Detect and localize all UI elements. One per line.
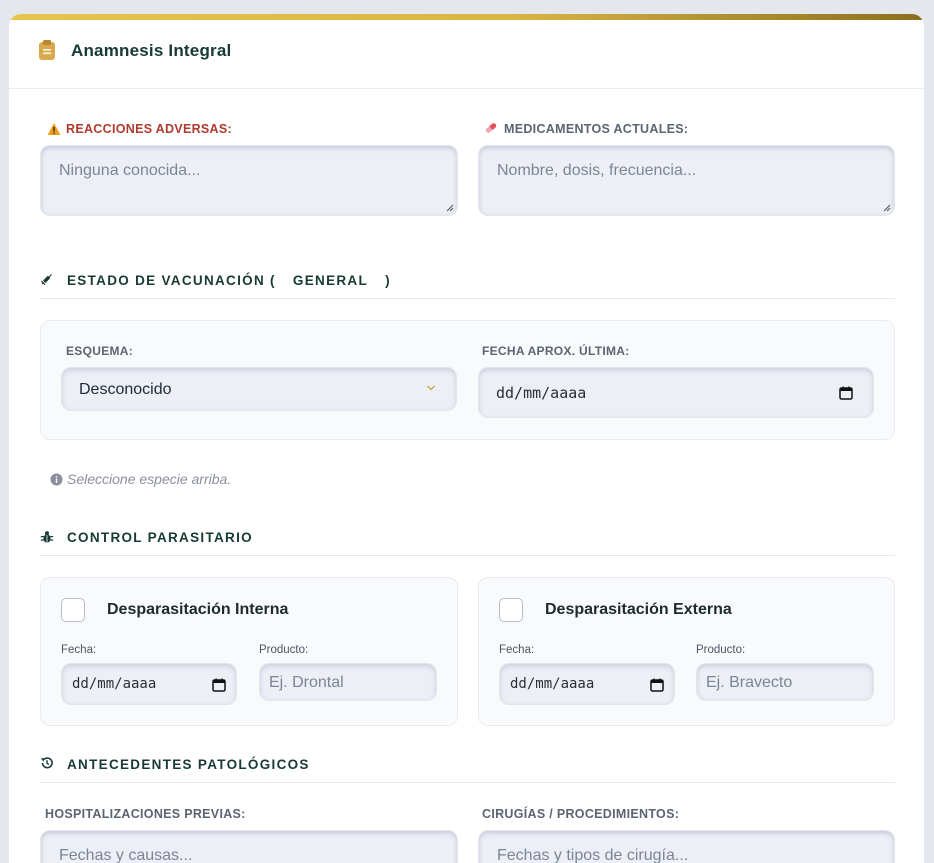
medications-textarea[interactable]: Nombre, dosis, frecuencia... xyxy=(478,145,895,216)
resize-grip-icon[interactable] xyxy=(883,204,891,212)
external-date-input[interactable]: dd/mm/aaaa xyxy=(499,663,675,705)
calendar-icon[interactable] xyxy=(839,386,853,400)
external-date-label: Fecha: xyxy=(499,644,535,656)
calendar-icon[interactable] xyxy=(212,678,226,692)
scheme-label: ESQUEMA: xyxy=(66,344,134,358)
history-icon xyxy=(41,757,53,769)
adverse-reactions-placeholder: Ninguna conocida... xyxy=(59,162,201,179)
scheme-select[interactable]: Desconocido xyxy=(61,367,457,411)
surgeries-textarea[interactable]: Fechas y tipos de cirugía... xyxy=(478,830,895,863)
surgeries-label: CIRUGÍAS / PROCEDIMIENTOS: xyxy=(482,807,680,821)
species-indicator: GENERAL xyxy=(292,273,369,288)
hospitalizations-label: HOSPITALIZACIONES PREVIAS: xyxy=(45,807,246,821)
info-icon xyxy=(50,473,63,486)
adverse-reactions-textarea[interactable]: Ninguna conocida... xyxy=(40,145,458,216)
resize-grip-icon[interactable] xyxy=(446,204,454,212)
surgeries-placeholder: Fechas y tipos de cirugía... xyxy=(497,847,689,863)
section-divider xyxy=(40,298,895,299)
last-vaccination-date-input[interactable]: dd/mm/aaaa xyxy=(478,367,874,418)
card-header: Anamnesis Integral xyxy=(9,20,924,89)
hospitalizations-textarea[interactable]: Fechas y causas... xyxy=(40,830,458,863)
section-divider xyxy=(40,782,895,783)
species-hint: Seleccione especie arriba. xyxy=(67,471,232,487)
date-placeholder: dd/mm/aaaa xyxy=(72,676,157,692)
internal-product-label: Producto: xyxy=(259,644,309,656)
vaccination-title-prefix: ESTADO DE VACUNACIÓN ( xyxy=(67,273,276,288)
last-date-label: FECHA APROX. ÚLTIMA: xyxy=(482,344,630,358)
internal-product-input[interactable]: Ej. Drontal xyxy=(259,663,437,701)
internal-date-input[interactable]: dd/mm/aaaa xyxy=(61,663,237,705)
internal-deworming-label: Desparasitación Interna xyxy=(107,601,289,618)
chevron-down-icon xyxy=(427,385,435,391)
internal-deworming-checkbox[interactable] xyxy=(61,598,85,622)
parasite-section-title: CONTROL PARASITARIO xyxy=(67,530,253,545)
date-placeholder: dd/mm/aaaa xyxy=(496,384,587,402)
date-placeholder: dd/mm/aaaa xyxy=(510,676,595,692)
history-section-title: ANTECEDENTES PATOLÓGICOS xyxy=(67,757,310,772)
scheme-select-value: Desconocido xyxy=(79,381,172,398)
section-divider xyxy=(40,555,895,556)
internal-date-label: Fecha: xyxy=(61,644,97,656)
vaccination-section-title: ESTADO DE VACUNACIÓN ( GENERAL ) xyxy=(67,273,391,288)
medications-label: MEDICAMENTOS ACTUALES: xyxy=(504,122,689,136)
external-product-input[interactable]: Ej. Bravecto xyxy=(696,663,874,701)
bug-icon xyxy=(40,531,54,543)
internal-product-placeholder: Ej. Drontal xyxy=(269,674,344,691)
calendar-icon[interactable] xyxy=(650,678,664,692)
vaccination-title-suffix: ) xyxy=(385,273,391,288)
external-deworming-checkbox[interactable] xyxy=(499,598,523,622)
external-product-placeholder: Ej. Bravecto xyxy=(706,674,793,691)
external-product-label: Producto: xyxy=(696,644,746,656)
pill-icon xyxy=(485,123,497,133)
hospitalizations-placeholder: Fechas y causas... xyxy=(59,847,193,863)
warning-icon xyxy=(47,123,61,135)
clipboard-icon xyxy=(39,40,55,60)
external-deworming-label: Desparasitación Externa xyxy=(545,601,732,618)
medications-placeholder: Nombre, dosis, frecuencia... xyxy=(497,162,697,179)
syringe-icon xyxy=(40,274,52,286)
anamnesis-card: Anamnesis Integral REACCIONES ADVERSAS: … xyxy=(9,14,924,863)
adverse-reactions-label: REACCIONES ADVERSAS: xyxy=(66,122,232,136)
card-title: Anamnesis Integral xyxy=(71,41,232,60)
